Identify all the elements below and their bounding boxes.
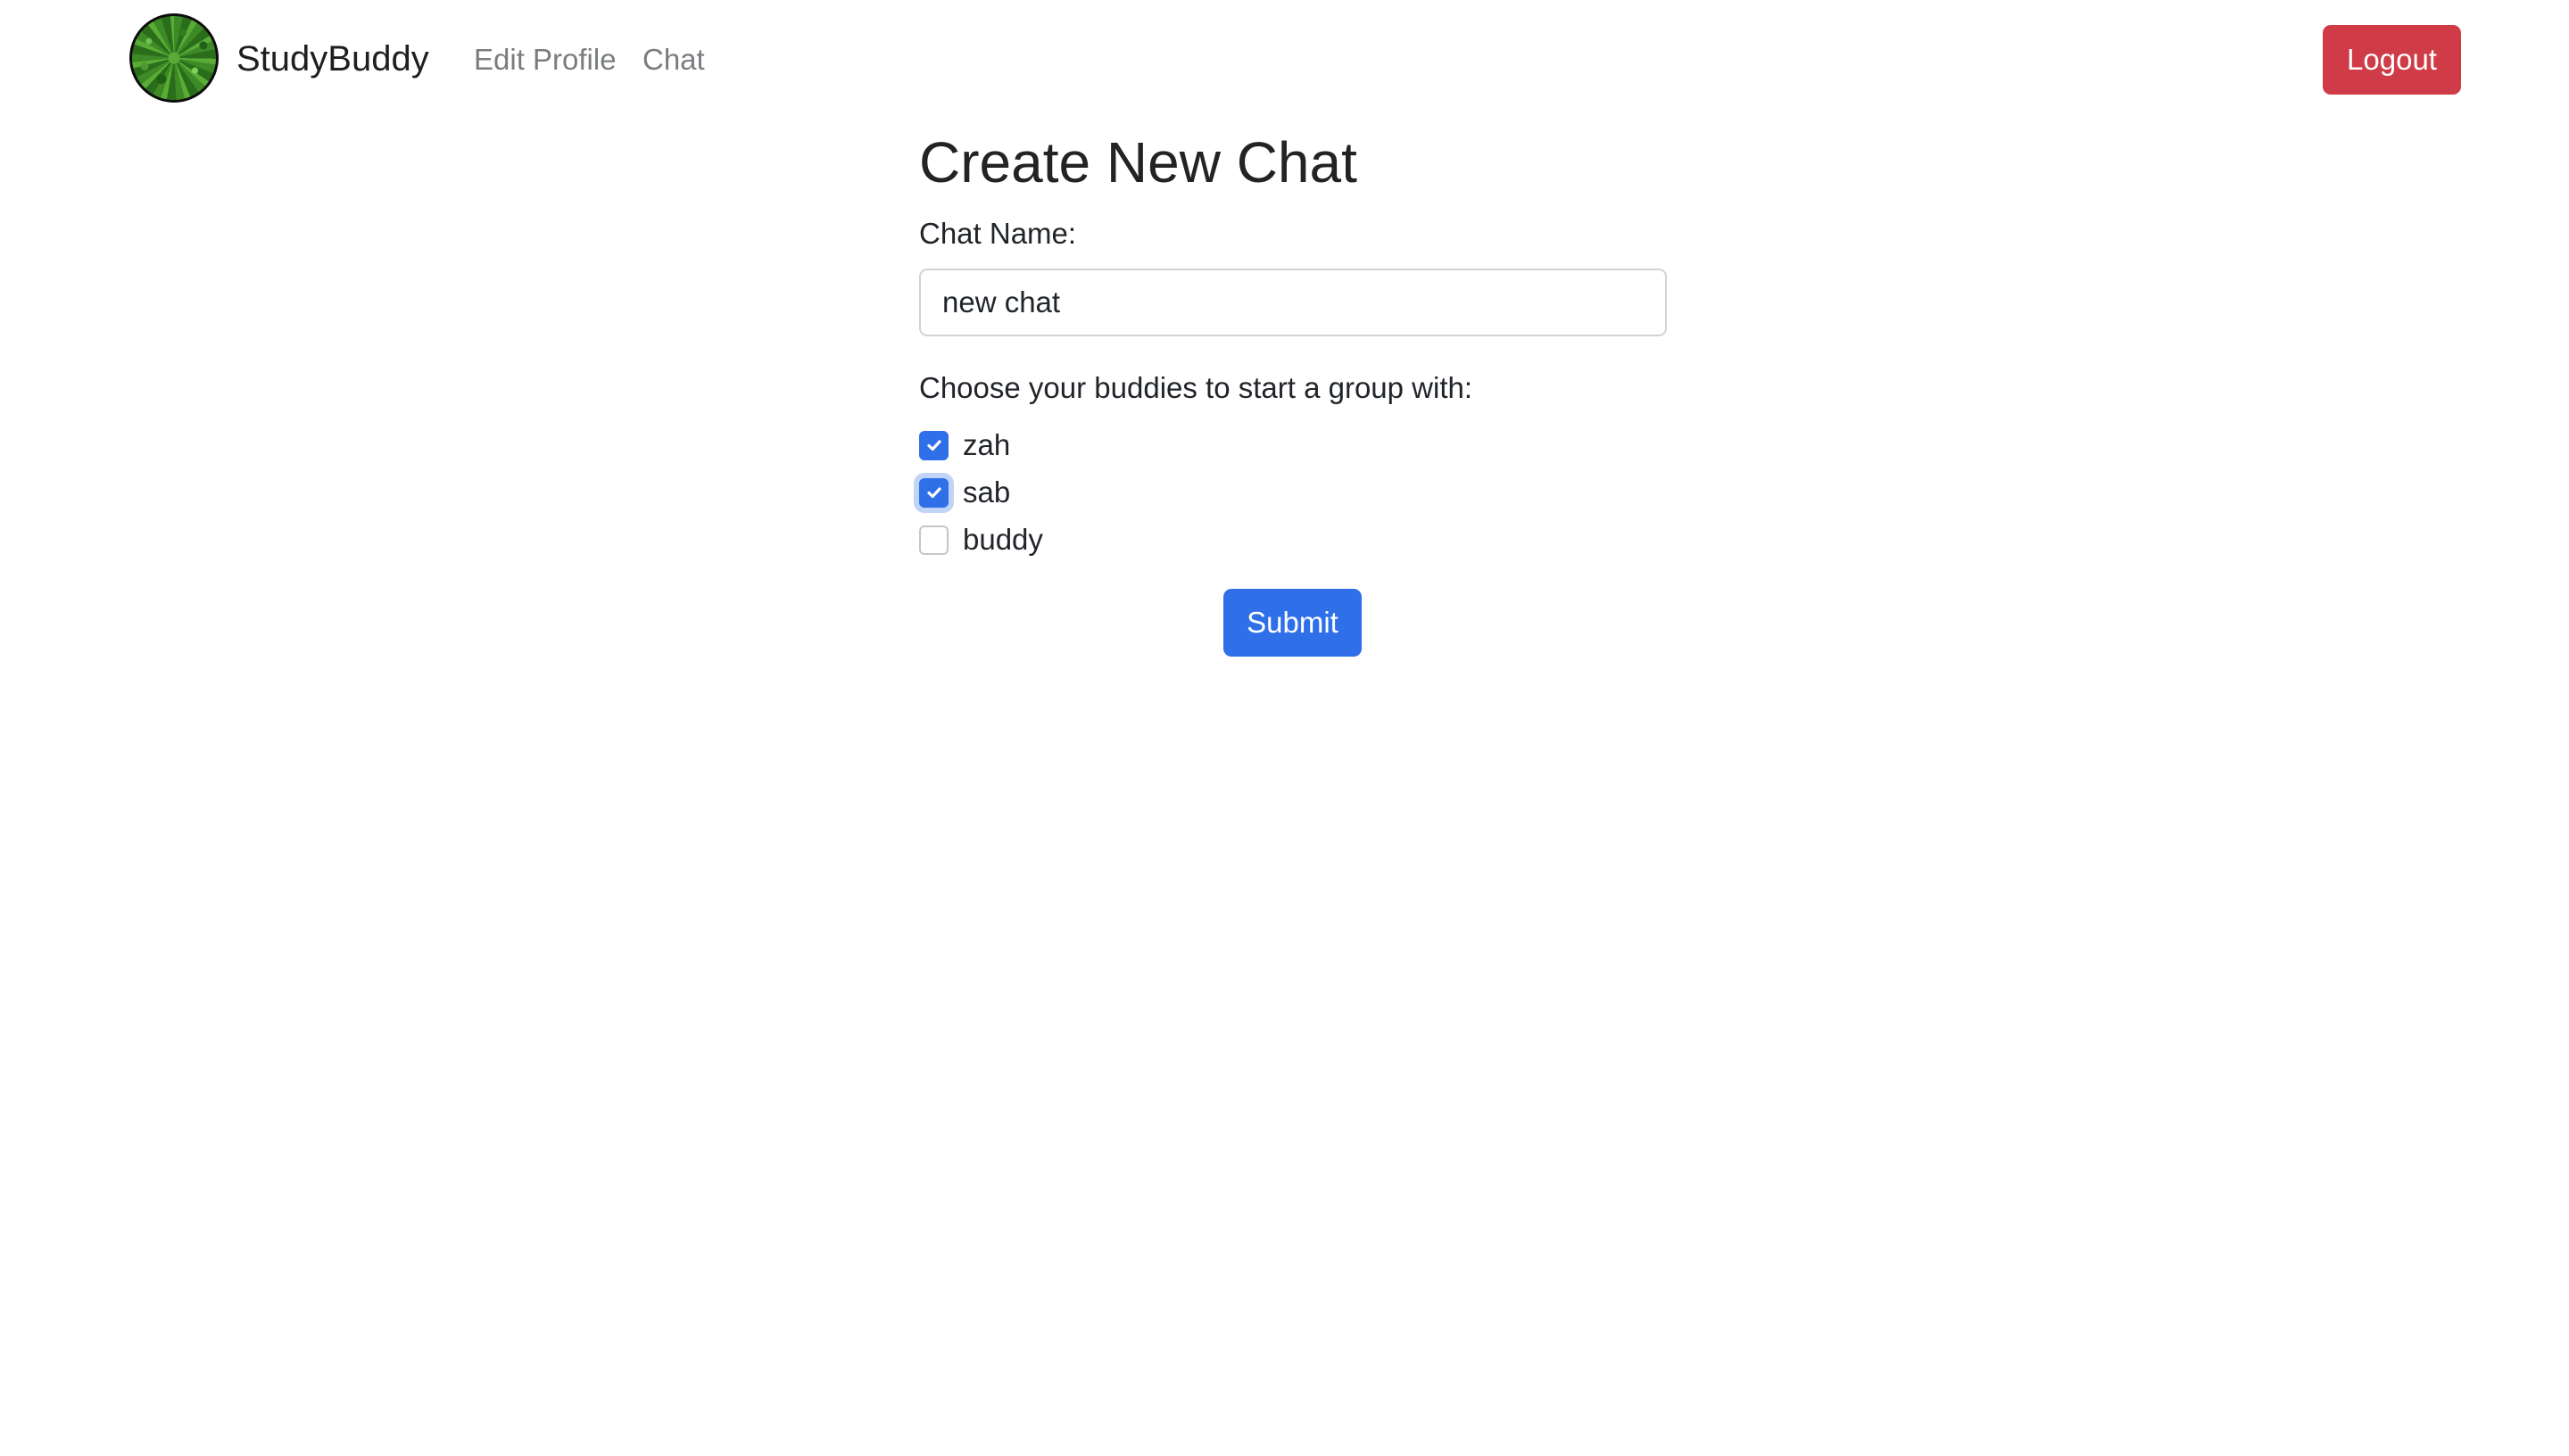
nav-link-edit-profile[interactable]: Edit Profile	[474, 40, 617, 79]
brand-logo-image[interactable]	[129, 13, 219, 103]
buddy-checkbox[interactable]	[919, 477, 949, 508]
buddy-name-label: sab	[963, 476, 1011, 509]
navbar: StudyBuddy Edit Profile Chat Logout	[0, 0, 2569, 120]
buddy-checkbox[interactable]	[919, 430, 949, 460]
submit-button[interactable]: Submit	[1223, 589, 1362, 657]
chat-name-label: Chat Name:	[919, 217, 1077, 250]
buddies-label: Choose your buddies to start a group wit…	[919, 371, 1473, 404]
page-title: Create New Chat	[919, 130, 1357, 194]
buddy-checkbox[interactable]	[919, 525, 949, 555]
buddy-option-buddy[interactable]: buddy	[919, 520, 1043, 559]
buddy-name-label: zah	[963, 428, 1011, 461]
chat-name-input[interactable]	[919, 269, 1667, 336]
checkmark-icon	[926, 440, 941, 451]
checkmark-icon	[926, 487, 941, 499]
buddy-option-sab[interactable]: sab	[919, 473, 1010, 512]
buddy-option-zah[interactable]: zah	[919, 426, 1010, 465]
brand-name[interactable]: StudyBuddy	[236, 36, 429, 82]
logout-button[interactable]: Logout	[2323, 25, 2461, 95]
buddy-name-label: buddy	[963, 523, 1043, 556]
nav-link-chat[interactable]: Chat	[642, 40, 705, 79]
